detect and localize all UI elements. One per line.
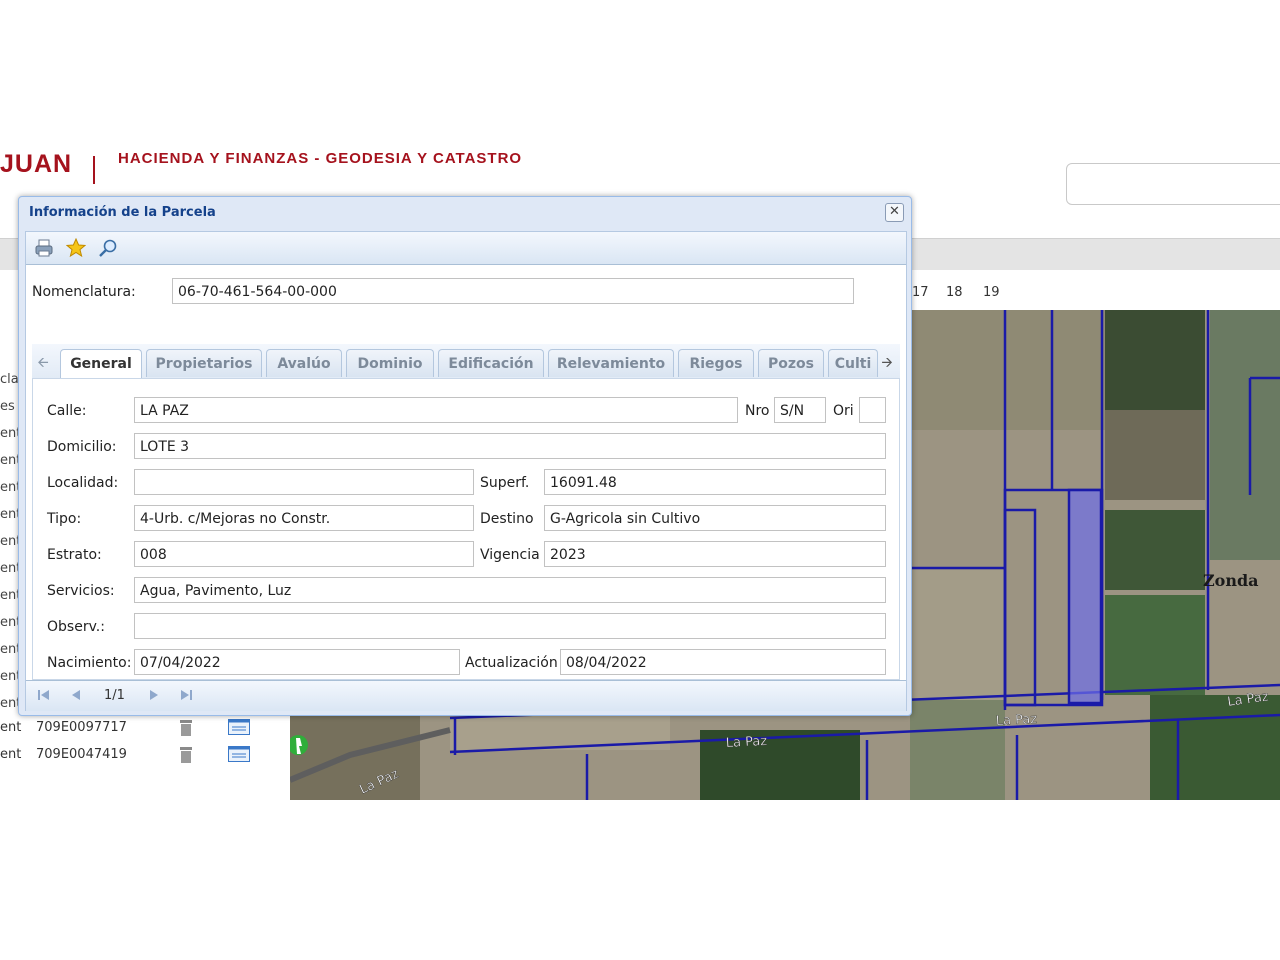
estrato-field[interactable]: 008 [134,541,474,567]
actualizacion-label: Actualización [465,655,558,671]
close-icon: ✕ [889,204,900,219]
record-pager: 1/1 [26,680,906,711]
nro-label: Nro [745,403,770,419]
trash-icon[interactable] [178,745,194,763]
close-button[interactable]: ✕ [885,203,904,222]
superf-label: Superf. [480,475,530,491]
list-item: es [0,399,15,414]
nomenclatura-field[interactable]: 06-70-461-564-00-000 [172,278,854,304]
dialog-body: Nomenclatura: 06-70-461-564-00-000 🡨 Gen… [25,231,907,711]
calle-label: Calle: [47,403,87,419]
tab-avaluo[interactable]: Avalúo [266,349,342,377]
last-page-icon[interactable] [178,687,194,703]
trash-icon[interactable] [178,718,194,736]
details-card-icon[interactable] [228,719,250,735]
tab-scroll-left-icon[interactable]: 🡨 [34,352,52,374]
nacimiento-label: Nacimiento: [47,655,132,671]
page-number[interactable]: 19 [983,285,1000,300]
localidad-label: Localidad: [47,475,119,491]
nomenclatura-label: Nomenclatura: [32,284,136,300]
tipo-field[interactable]: 4-Urb. c/Mejoras no Constr. [134,505,474,531]
estrato-label: Estrato: [47,547,102,563]
tab-strip: 🡨 General Propietarios Avalúo Dominio Ed… [32,344,900,379]
brand-subtitle: HACIENDA Y FINANZAS - GEODESIA Y CATASTR… [118,150,523,167]
tab-cultivos[interactable]: Culti [828,349,878,377]
row-prefix: ent [0,747,22,762]
actualizacion-field[interactable]: 08/04/2022 [560,649,886,675]
tab-relevamiento[interactable]: Relevamiento [548,349,674,377]
servicios-label: Servicios: [47,583,115,599]
map-label-zonda: Zonda [1203,571,1259,590]
page-number[interactable]: 18 [946,285,963,300]
servicios-field[interactable]: Agua, Pavimento, Luz [134,577,886,603]
superf-field[interactable]: 16091.48 [544,469,886,495]
vigencia-label: Vigencia [480,547,540,563]
next-page-icon[interactable] [146,687,162,703]
nro-field[interactable]: S/N [774,397,826,423]
page-indicator: 1/1 [104,688,125,703]
row-prefix: ent [0,720,22,735]
calle-field[interactable]: LA PAZ [134,397,738,423]
tab-general[interactable]: General [60,349,142,378]
map-label-road: La Paz [725,734,767,751]
map-label-road: La Paz [995,712,1037,729]
tipo-label: Tipo: [47,511,82,527]
brand-divider [93,156,95,184]
general-panel: Calle: LA PAZ Nro S/N Ori Domicilio: LOT… [32,378,900,680]
dialog-title: Información de la Parcela [29,205,216,220]
domicilio-field[interactable]: LOTE 3 [134,433,886,459]
first-page-icon[interactable] [36,687,52,703]
domicilio-label: Domicilio: [47,439,117,455]
tab-pozos[interactable]: Pozos [758,349,824,377]
top-search-input[interactable] [1066,163,1280,205]
details-card-icon[interactable] [228,746,250,762]
observ-label: Observ.: [47,619,105,635]
row-code: 709E0047419 [36,747,127,762]
ori-label: Ori [833,403,854,419]
page-number[interactable]: 17 [912,285,929,300]
localidad-field[interactable] [134,469,474,495]
tab-riegos[interactable]: Riegos [678,349,754,377]
dialog-toolbar [26,232,906,265]
table-row[interactable]: ent 709E0047419 [0,745,285,767]
magnifier-icon[interactable] [98,238,118,258]
brand-logo-text: JUAN [0,150,73,178]
tab-edificacion[interactable]: Edificación [438,349,544,377]
destino-field[interactable]: G-Agricola sin Cultivo [544,505,886,531]
vigencia-field[interactable]: 2023 [544,541,886,567]
printer-icon[interactable] [34,238,54,258]
tab-scroll-right-icon[interactable]: 🡪 [878,352,896,374]
tab-dominio[interactable]: Dominio [346,349,434,377]
row-code: 709E0097717 [36,720,127,735]
destino-label: Destino [480,511,534,527]
parcel-info-dialog: Información de la Parcela ✕ Nomenclatura… [18,196,912,716]
tab-propietarios[interactable]: Propietarios [146,349,262,377]
ori-field[interactable] [859,397,886,423]
table-row[interactable]: ent 709E0097717 [0,718,285,740]
prev-page-icon[interactable] [68,687,84,703]
star-icon[interactable] [66,238,86,258]
nacimiento-field[interactable]: 07/04/2022 [134,649,460,675]
list-item: cla [0,372,19,387]
observ-field[interactable] [134,613,886,639]
